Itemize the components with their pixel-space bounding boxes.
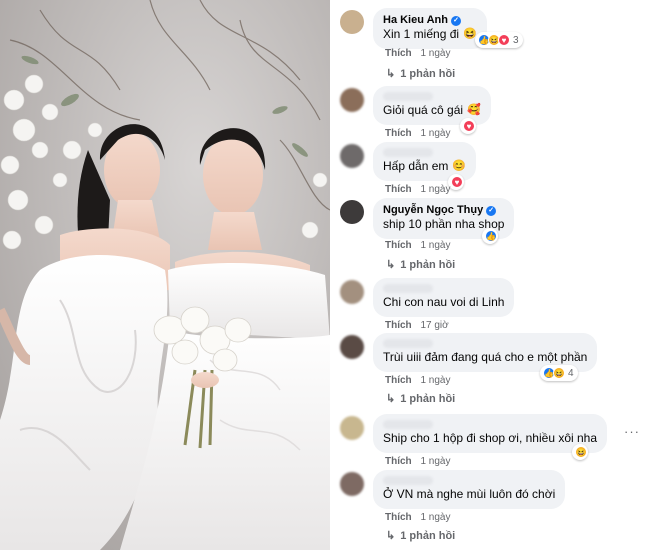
reaction-summary[interactable]: 👍 😆 4 <box>540 365 578 381</box>
comment-time[interactable]: 1 ngày <box>420 456 450 467</box>
avatar[interactable] <box>340 472 364 496</box>
like-button[interactable]: Thích <box>385 128 412 139</box>
like-button[interactable]: Thích <box>385 456 412 467</box>
comment-actions: Thích 1 ngày <box>385 375 450 386</box>
like-button[interactable]: Thích <box>385 320 412 331</box>
like-button[interactable]: Thích <box>385 48 412 59</box>
view-replies-link[interactable]: ↳ 1 phản hồi <box>386 392 455 405</box>
comment-text: Hấp dẫn em <box>383 159 449 173</box>
avatar[interactable] <box>340 416 364 440</box>
comment-emoji: 🥰 <box>467 104 481 116</box>
comment-emoji: 😊 <box>452 160 467 172</box>
avatar[interactable] <box>340 335 364 359</box>
reply-arrow-icon: ↳ <box>386 259 396 271</box>
avatar[interactable] <box>340 280 364 304</box>
comment-text: Giỏi quá cô gái <box>383 103 464 117</box>
replies-count: 1 phản hồi <box>400 259 456 271</box>
hidden-author-name <box>383 92 433 101</box>
comment-text: Trùi uiii đảm đang quá cho e một phần <box>383 350 588 364</box>
avatar[interactable] <box>340 144 364 168</box>
comment-bubble: Ship cho 1 hộp đi shop ơi, nhiều xôi nha <box>373 414 608 453</box>
reply-arrow-icon: ↳ <box>386 530 396 542</box>
replies-count: 1 phản hồi <box>400 393 456 405</box>
comment-text: Ship cho 1 hộp đi shop ơi, nhiều xôi nha <box>383 431 598 445</box>
comment-time[interactable]: 17 giờ <box>420 320 448 331</box>
comment-actions: Thích 1 ngày <box>385 48 450 59</box>
haha-reaction-icon: 😆 <box>575 446 587 458</box>
comment-author[interactable]: Ha Kieu Anh <box>383 14 448 27</box>
view-replies-link[interactable]: ↳ 1 phản hồi <box>386 529 455 542</box>
like-reaction-icon: 👍 <box>485 230 497 242</box>
comment-time[interactable]: 1 ngày <box>420 240 450 251</box>
replies-count: 1 phản hồi <box>400 530 456 542</box>
like-button[interactable]: Thích <box>385 375 412 386</box>
like-button[interactable]: Thích <box>385 512 412 523</box>
comment-actions: Thích 1 ngày <box>385 512 450 523</box>
haha-reaction-icon: 😆 <box>553 367 565 379</box>
reaction-summary[interactable]: 👍 <box>482 228 498 244</box>
replies-count: 1 phản hồi <box>400 68 456 80</box>
comment-text: Ở VN mà nghe mùi luôn đó chời <box>383 487 556 501</box>
comment-time[interactable]: 1 ngày <box>420 184 450 195</box>
comments-panel: Ha Kieu Anh ✓ Xin 1 miếng đi 😆 👍 😆 ♥ 3 T… <box>330 0 660 550</box>
avatar[interactable] <box>340 200 364 224</box>
comment-time[interactable]: 1 ngày <box>420 128 450 139</box>
wedding-photo <box>0 0 330 550</box>
comment-bubble: Chi con nau voi di Linh <box>373 278 515 317</box>
hidden-author-name <box>383 420 433 429</box>
like-button[interactable]: Thích <box>385 240 412 251</box>
view-replies-link[interactable]: ↳ 1 phản hồi <box>386 67 455 80</box>
comment-text: Chi con nau voi di Linh <box>383 295 505 309</box>
comment-time[interactable]: 1 ngày <box>420 375 450 386</box>
avatar[interactable] <box>340 88 364 112</box>
verified-icon: ✓ <box>451 15 461 26</box>
comment-text: Xin 1 miếng đi <box>383 27 460 41</box>
comment-actions: Thích 1 ngày <box>385 184 450 195</box>
reply-arrow-icon: ↳ <box>386 393 396 405</box>
reaction-summary[interactable]: 😆 <box>572 444 588 460</box>
hidden-author-name <box>383 284 433 293</box>
reaction-summary[interactable]: ♥ <box>460 118 476 134</box>
comment-actions: Thích 1 ngày <box>385 240 450 251</box>
heart-reaction-icon: ♥ <box>463 120 475 132</box>
hidden-author-name <box>383 148 433 157</box>
hidden-author-name <box>383 339 433 348</box>
more-options-icon[interactable]: ··· <box>624 424 640 439</box>
avatar[interactable] <box>340 10 364 34</box>
comment-time[interactable]: 1 ngày <box>420 512 450 523</box>
comment-actions: Thích 17 giờ <box>385 320 449 331</box>
heart-reaction-icon: ♥ <box>498 34 510 46</box>
comment-time[interactable]: 1 ngày <box>420 48 450 59</box>
comment-actions: Thích 1 ngày <box>385 456 450 467</box>
reaction-count: 3 <box>513 34 519 46</box>
hidden-author-name <box>383 476 433 485</box>
reaction-summary[interactable]: 👍 😆 ♥ 3 <box>475 32 523 48</box>
comment-author[interactable]: Nguyễn Ngọc Thụy <box>383 204 483 217</box>
verified-icon: ✓ <box>486 205 497 216</box>
reply-arrow-icon: ↳ <box>386 68 396 80</box>
heart-reaction-icon: ♥ <box>451 176 463 188</box>
reaction-count: 4 <box>568 367 574 379</box>
view-replies-link[interactable]: ↳ 1 phản hồi <box>386 258 455 271</box>
comment-bubble: Ha Kieu Anh ✓ Xin 1 miếng đi 😆 <box>373 8 487 49</box>
comment-bubble: Ở VN mà nghe mùi luôn đó chời <box>373 470 566 509</box>
like-button[interactable]: Thích <box>385 184 412 195</box>
comment-actions: Thích 1 ngày <box>385 128 450 139</box>
